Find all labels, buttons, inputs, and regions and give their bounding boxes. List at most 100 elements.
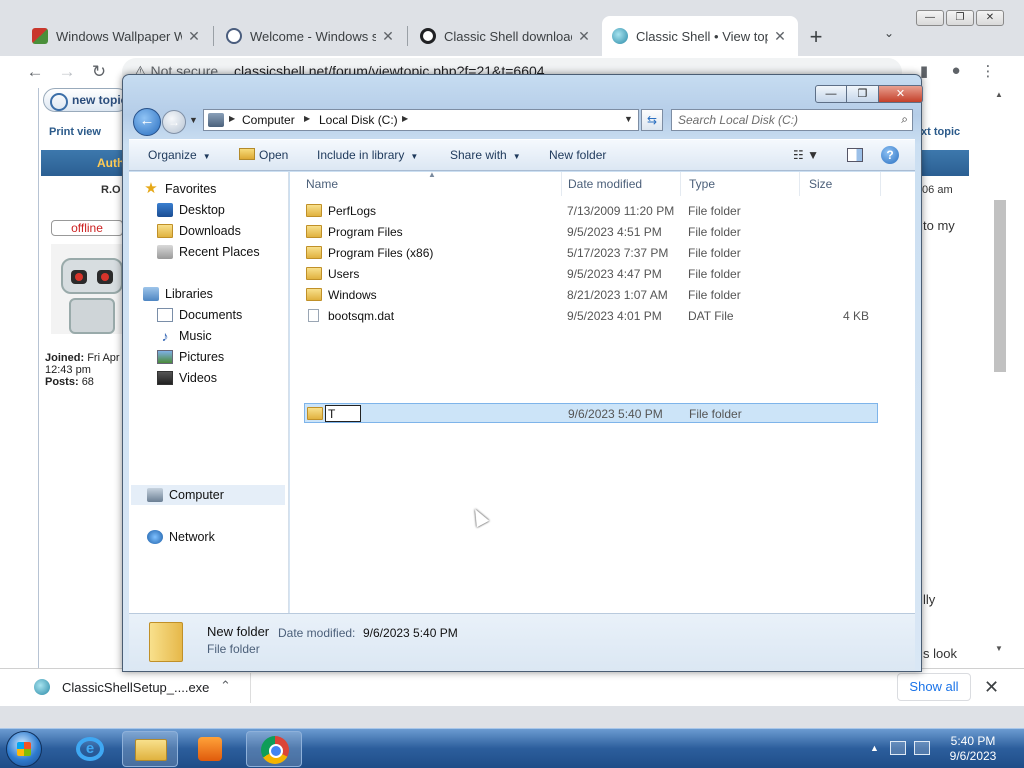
profile-avatar-icon[interactable]: ● <box>946 62 966 79</box>
taskbar-internet-explorer[interactable]: e <box>62 731 118 767</box>
downloads-folder-icon <box>157 224 173 238</box>
new-tab-button[interactable]: + <box>806 24 826 50</box>
clock[interactable]: 5:40 PM 9/6/2023 <box>940 734 1006 764</box>
nav-network[interactable]: Network <box>147 530 215 544</box>
scroll-down-icon[interactable]: ▼ <box>995 644 1003 653</box>
forward-arrow-icon[interactable]: → <box>162 110 186 134</box>
tab-close-icon[interactable]: ✕ <box>380 28 396 45</box>
chevron-right-icon[interactable]: ▶ <box>304 114 310 123</box>
back-arrow-icon[interactable]: ← <box>24 62 46 82</box>
tab-title: Welcome - Windows so <box>250 28 376 44</box>
file-row-new-folder[interactable]: 9/6/2023 5:40 PM File folder <box>304 403 878 423</box>
file-row[interactable]: Users 9/5/2023 4:47 PM File folder <box>304 264 878 284</box>
scroll-up-icon[interactable]: ▲ <box>995 90 1003 99</box>
file-name: PerfLogs <box>328 204 377 218</box>
column-header-date-modified[interactable]: Date modified <box>560 172 681 196</box>
taskbar-media-player[interactable] <box>182 731 238 767</box>
file-date: 9/5/2023 4:47 PM <box>567 267 662 281</box>
forward-arrow-icon[interactable]: → <box>56 62 78 82</box>
reload-icon[interactable]: ↻ <box>88 62 110 82</box>
chevron-right-icon[interactable]: ▶ <box>229 114 235 123</box>
preview-pane-icon[interactable] <box>847 148 863 162</box>
network-icon <box>147 530 163 544</box>
new-topic-button[interactable]: new topic <box>43 88 129 112</box>
author-header-label: Auth <box>97 156 125 170</box>
organize-button[interactable]: Organize ▼ <box>148 148 211 162</box>
nav-desktop[interactable]: Desktop <box>157 203 225 217</box>
chevron-right-icon[interactable]: ▶ <box>402 114 408 123</box>
file-row[interactable]: Program Files 9/5/2023 4:51 PM File folder <box>304 222 878 242</box>
search-input[interactable] <box>672 110 882 130</box>
organize-label: Organize <box>148 148 197 162</box>
tab-close-icon[interactable]: ✕ <box>772 28 788 45</box>
include-in-library-button[interactable]: Include in library ▼ <box>317 148 418 162</box>
close-icon[interactable]: ✕ <box>984 677 999 698</box>
tab-windows-wallpaper[interactable]: Windows Wallpaper Wik ✕ <box>22 16 212 56</box>
column-header-type[interactable]: Type <box>681 172 800 196</box>
views-icon[interactable]: ☷ ▼ <box>793 148 819 162</box>
refresh-icon[interactable]: ⇆ <box>641 109 663 131</box>
tab-close-icon[interactable]: ✕ <box>576 28 592 45</box>
file-row[interactable]: Windows 8/21/2023 1:07 AM File folder <box>304 285 878 305</box>
music-note-icon: ♪ <box>161 328 169 344</box>
new-folder-button[interactable]: New folder <box>549 148 606 162</box>
next-topic-link[interactable]: xt topic <box>921 126 960 138</box>
close-icon[interactable]: ✕ <box>879 85 923 103</box>
minimize-icon[interactable]: — <box>916 10 944 26</box>
search-icon[interactable]: ⌕ <box>901 112 908 127</box>
file-row[interactable]: Program Files (x86) 5/17/2023 7:37 PM File… <box>304 243 878 263</box>
taskbar-windows-explorer[interactable] <box>122 731 178 767</box>
download-shelf: ClassicShellSetup_....exe ⌃ Show all ✕ <box>0 668 1024 706</box>
history-chevron-down-icon[interactable]: ▼ <box>189 115 198 125</box>
kebab-menu-icon[interactable]: ⋮ <box>978 62 998 80</box>
tray-expand-icon[interactable]: ▲ <box>870 743 879 753</box>
file-name: Program Files <box>328 225 403 239</box>
page-scrollbar[interactable]: ▲ ▼ <box>992 90 1008 656</box>
file-row[interactable]: PerfLogs 7/13/2009 11:20 PM File folder <box>304 201 878 221</box>
volume-muted-icon[interactable] <box>914 741 930 755</box>
maximize-icon[interactable]: ❐ <box>946 10 974 26</box>
minimize-icon[interactable]: — <box>815 85 847 103</box>
maximize-icon[interactable]: ❐ <box>847 85 879 103</box>
address-bar[interactable]: ▶ Computer ▶ Local Disk (C:) ▶ ▼ <box>203 109 639 131</box>
open-button[interactable]: Open <box>239 148 288 162</box>
close-icon[interactable]: ✕ <box>976 10 1004 26</box>
chevron-down-icon: ▼ <box>512 152 521 161</box>
back-arrow-icon[interactable]: ← <box>133 108 161 136</box>
column-header-size[interactable]: Size <box>801 172 881 196</box>
start-button[interactable] <box>6 731 42 767</box>
help-icon[interactable]: ? <box>881 146 899 164</box>
nav-downloads[interactable]: Downloads <box>157 224 241 238</box>
nav-music[interactable]: ♪ Music <box>157 329 212 343</box>
show-all-button[interactable]: Show all <box>897 673 971 701</box>
print-view-link[interactable]: Print view <box>49 126 101 138</box>
chevron-down-icon[interactable]: ▼ <box>624 114 633 124</box>
tab-title: Classic Shell • View topi <box>636 28 768 44</box>
tab-classic-shell-view-topic[interactable]: Classic Shell • View topi ✕ <box>602 16 798 56</box>
nav-computer[interactable]: Computer <box>131 485 285 505</box>
breadcrumb-computer[interactable]: Computer <box>242 113 295 127</box>
breadcrumb-local-disk[interactable]: Local Disk (C:) <box>319 113 398 127</box>
rename-input[interactable] <box>325 405 361 422</box>
scrollbar-thumb[interactable] <box>994 200 1006 372</box>
column-header-name[interactable]: Name ▲ <box>298 170 562 196</box>
classic-shell-file-icon <box>34 679 50 695</box>
poster-name[interactable]: R.O <box>101 184 121 196</box>
share-with-button[interactable]: Share with ▼ <box>450 148 521 162</box>
tab-search-chevron-icon[interactable]: ⌄ <box>884 26 894 40</box>
taskbar-chrome[interactable] <box>246 731 302 767</box>
nav-favorites[interactable]: ★ Favorites <box>143 181 216 196</box>
nav-recent-places[interactable]: Recent Places <box>157 245 260 259</box>
folder-icon <box>149 622 183 662</box>
nav-libraries[interactable]: Libraries <box>143 287 213 301</box>
nav-documents[interactable]: Documents <box>157 308 242 322</box>
tab-welcome-windows[interactable]: Welcome - Windows so ✕ <box>216 16 406 56</box>
network-tray-icon[interactable] <box>890 741 906 755</box>
nav-videos[interactable]: Videos <box>157 371 217 385</box>
file-row[interactable]: bootsqm.dat 9/5/2023 4:01 PM DAT File 4 KB <box>304 306 878 326</box>
download-item[interactable]: ClassicShellSetup_....exe <box>62 680 209 695</box>
tab-classic-shell-download[interactable]: Classic Shell download ✕ <box>410 16 602 56</box>
nav-pictures[interactable]: Pictures <box>157 350 224 364</box>
chevron-up-icon[interactable]: ⌃ <box>220 678 231 694</box>
tab-close-icon[interactable]: ✕ <box>186 28 202 45</box>
